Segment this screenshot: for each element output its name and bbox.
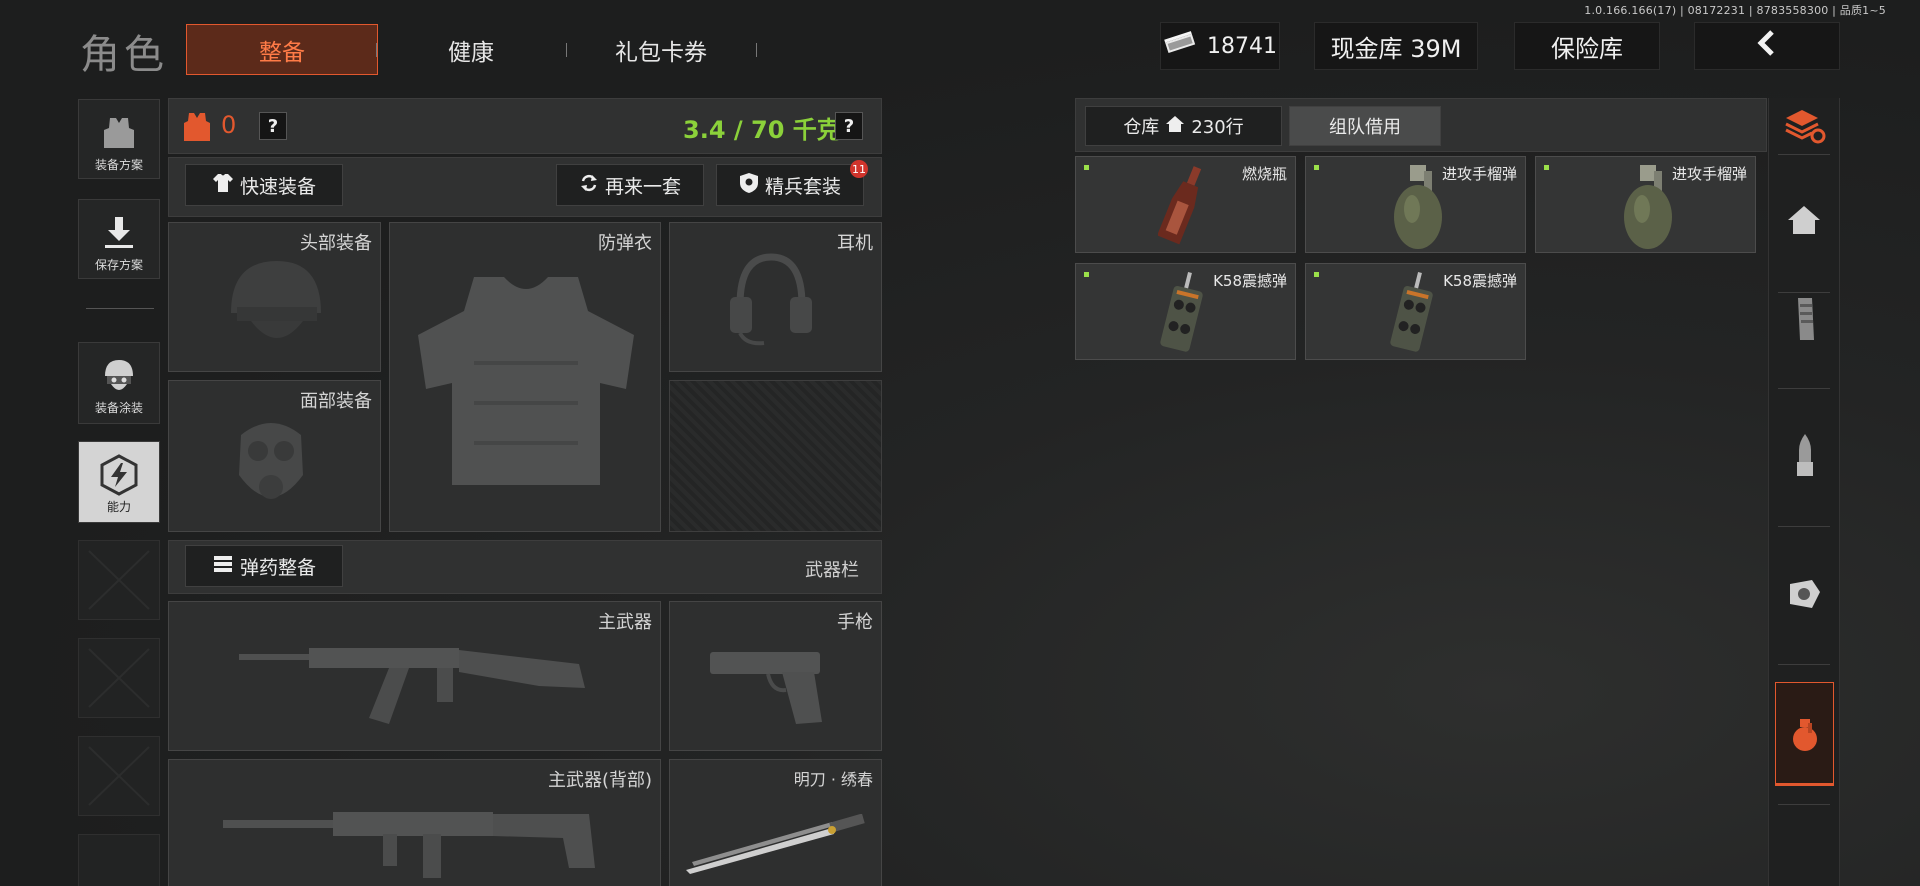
weight-indicator: 3.4 / 70 千克 xyxy=(683,116,841,144)
helmet-icon xyxy=(97,353,141,399)
flashbang-icon xyxy=(1158,272,1208,358)
helmet-icon xyxy=(221,251,331,365)
empty-nav-slot xyxy=(78,540,160,620)
secondary-weapon-slot[interactable]: 主武器(背部) xyxy=(168,759,661,886)
chevron-left-icon xyxy=(1752,28,1782,64)
version-info: 1.0.166.166(17) | 08172231 | 8783558300 … xyxy=(1584,4,1886,17)
sidebar-divider xyxy=(1778,804,1830,805)
page-title: 角色 xyxy=(80,32,168,78)
empty-nav-slot xyxy=(78,638,160,718)
sidebar-divider xyxy=(1778,388,1830,389)
home-icon[interactable] xyxy=(1786,204,1822,240)
body-armor-slot[interactable]: 防弹衣 xyxy=(389,222,661,532)
abilities-button[interactable]: 能力 xyxy=(78,441,160,523)
gear-skin-button[interactable]: 装备涂装 xyxy=(78,342,160,424)
quick-equip-button[interactable]: 快速装备 xyxy=(185,164,343,206)
gas-mask-icon xyxy=(231,415,311,519)
home-icon xyxy=(1165,115,1185,138)
armor-count: 0 xyxy=(221,111,237,139)
face-gear-slot[interactable]: 面部装备 xyxy=(168,380,381,532)
inventory-item-grenade[interactable]: 进攻手榴弹 xyxy=(1305,156,1526,253)
help-button[interactable]: ? xyxy=(259,112,287,140)
primary-weapon-slot[interactable]: 主武器 xyxy=(168,601,661,751)
inventory-item-flashbang[interactable]: K58震撼弹 xyxy=(1305,263,1526,360)
melee-slot[interactable]: 明刀 · 绣春 xyxy=(669,759,882,886)
cash-vault-button[interactable]: 现金库 39M xyxy=(1314,22,1478,70)
tab-divider xyxy=(376,43,377,57)
blade-icon xyxy=(682,813,872,878)
pistol-slot[interactable]: 手枪 xyxy=(669,601,882,751)
sidebar-divider xyxy=(1778,292,1830,293)
nav-divider xyxy=(86,308,154,309)
notification-badge: 11 xyxy=(850,160,868,178)
download-icon xyxy=(99,210,139,256)
rarity-dot xyxy=(1314,165,1319,170)
ammo-icon xyxy=(212,554,234,579)
back-button[interactable] xyxy=(1694,22,1840,70)
headset-slot[interactable]: 耳机 xyxy=(669,222,882,372)
shirt-icon xyxy=(212,172,234,199)
loadout-plan-button[interactable]: 装备方案 xyxy=(78,99,160,179)
shield-icon xyxy=(739,172,759,199)
rifle-icon xyxy=(223,794,603,886)
red-dot-sight-icon[interactable] xyxy=(1786,578,1824,616)
loadout-status-bar: 0 ? 3.4 / 70 千克 ? xyxy=(168,98,882,154)
tab-gift-cards[interactable]: 礼包卡券 xyxy=(576,24,746,75)
tab-squad-borrow[interactable]: 组队借用 xyxy=(1289,106,1441,146)
lightning-hex-icon xyxy=(97,452,141,498)
sidebar-divider xyxy=(1778,664,1830,665)
refresh-icon xyxy=(579,173,599,198)
grenade-icon xyxy=(1388,163,1448,255)
tab-health[interactable]: 健康 xyxy=(386,24,556,75)
inventory-item-molotov[interactable]: 燃烧瓶 xyxy=(1075,156,1296,253)
weapon-bar-label: 武器栏 xyxy=(805,560,859,581)
rarity-dot xyxy=(1544,165,1549,170)
tab-divider xyxy=(566,43,567,57)
vest-icon xyxy=(99,110,139,156)
cash-stack-icon xyxy=(1163,31,1197,61)
flashbang-icon xyxy=(1388,272,1438,358)
save-plan-button[interactable]: 保存方案 xyxy=(78,199,160,279)
safe-box-button[interactable]: 保险库 xyxy=(1514,22,1660,70)
ammo-prep-button[interactable]: 弹药整备 xyxy=(185,545,343,587)
sidebar-divider xyxy=(1778,526,1830,527)
rarity-dot xyxy=(1084,272,1089,277)
armor-icon xyxy=(183,111,211,147)
pistol-icon xyxy=(710,638,830,732)
vest-icon xyxy=(412,271,640,495)
sort-refresh-icon[interactable] xyxy=(1782,106,1826,150)
head-gear-slot[interactable]: 头部装备 xyxy=(168,222,381,372)
sidebar-divider xyxy=(1778,154,1830,155)
inventory-item-grenade[interactable]: 进攻手榴弹 xyxy=(1535,156,1756,253)
inventory-item-flashbang[interactable]: K58震撼弹 xyxy=(1075,263,1296,360)
magazine-icon[interactable] xyxy=(1792,296,1818,346)
tab-loadout[interactable]: 整备 xyxy=(186,24,378,75)
grenade-icon xyxy=(1790,717,1820,757)
rarity-dot xyxy=(1314,272,1319,277)
rifle-icon xyxy=(239,626,599,740)
currency-display: 18741 xyxy=(1160,22,1280,70)
headset-icon xyxy=(726,249,816,353)
molotov-icon xyxy=(1157,163,1208,253)
weight-help-button[interactable]: ? xyxy=(835,112,863,140)
tab-divider xyxy=(756,43,757,57)
grenade-icon xyxy=(1618,163,1678,255)
empty-nav-slot xyxy=(78,736,160,816)
empty-gear-slot xyxy=(669,380,882,532)
bullet-icon[interactable] xyxy=(1790,432,1820,484)
tab-throwables[interactable] xyxy=(1775,682,1834,786)
tab-warehouse[interactable]: 仓库 230行 xyxy=(1085,106,1282,146)
empty-nav-slot xyxy=(78,834,160,886)
elite-set-button[interactable]: 精兵套装 xyxy=(716,164,864,206)
repeat-set-button[interactable]: 再来一套 xyxy=(556,164,704,206)
rarity-dot xyxy=(1084,165,1089,170)
